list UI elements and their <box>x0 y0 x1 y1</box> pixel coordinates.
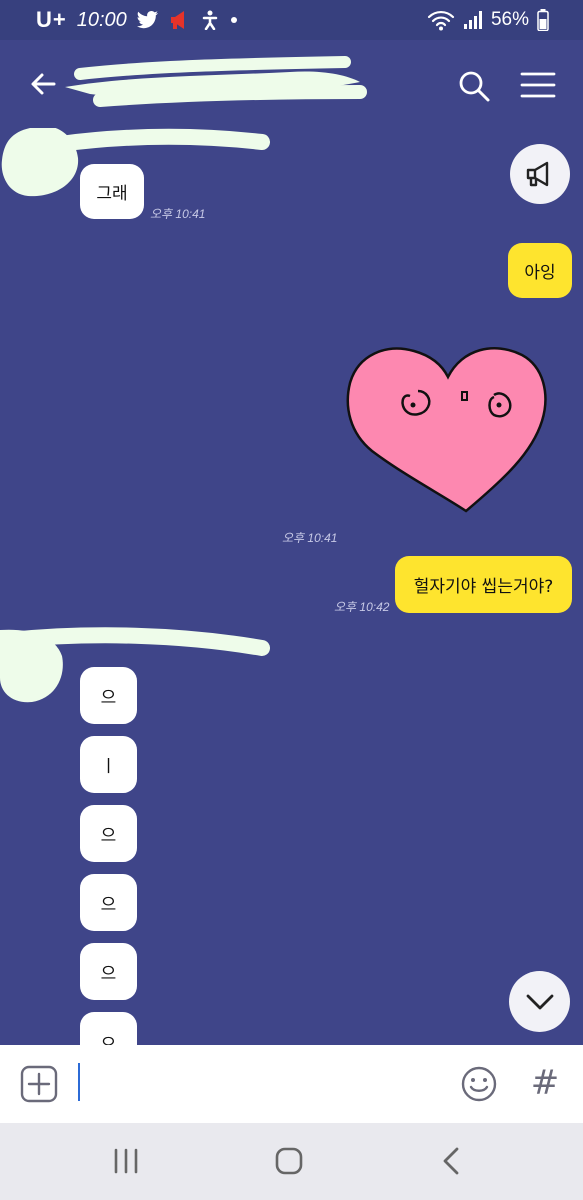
message-text: 으 <box>100 826 117 846</box>
chat-header <box>0 40 583 128</box>
message-text: 아잉 <box>524 263 556 283</box>
megaphone-icon <box>526 161 549 187</box>
battery-percent: 56% <box>490 9 529 30</box>
megaphone-notification-icon <box>170 11 184 29</box>
message-text: 헐자기야 씹는거야? <box>413 577 554 597</box>
announcement-button[interactable] <box>510 144 570 204</box>
status-time: 10:00 <box>76 8 127 31</box>
message-text: 으 <box>100 1035 117 1045</box>
message-timestamp: 오후 10:41 <box>150 207 206 221</box>
chat-message-list[interactable]: 그래 오후 10:41 아잉 오후 10:41 헐자기야 씹는거야? 오후 10… <box>0 128 583 1045</box>
message-bubble-received[interactable]: 그래 <box>80 164 144 219</box>
signal-icon <box>463 11 482 29</box>
wifi-icon <box>427 10 455 31</box>
carrier-label: U+ <box>36 7 67 32</box>
scroll-to-bottom-button[interactable] <box>509 971 570 1032</box>
plus-box-icon[interactable] <box>20 1065 58 1103</box>
message-bubble-received[interactable]: 으 <box>80 805 137 862</box>
message-bubble-received[interactable]: ㅣ <box>80 736 137 793</box>
message-bubble-received[interactable]: 으 <box>80 874 137 931</box>
message-text: 으 <box>100 964 117 984</box>
message-timestamp: 오후 10:42 <box>334 600 390 614</box>
redacted-chat-title <box>65 56 367 107</box>
message-input[interactable] <box>78 1063 80 1101</box>
emoji-icon[interactable] <box>460 1065 498 1103</box>
search-icon[interactable] <box>452 64 496 108</box>
message-bubble-received[interactable]: 으 <box>80 667 137 724</box>
message-bubble-received[interactable]: 으 <box>80 1012 137 1045</box>
twitter-icon <box>136 11 158 29</box>
hamburger-menu-icon[interactable] <box>516 64 560 108</box>
message-text: 으 <box>100 895 117 915</box>
message-text: 그래 <box>96 184 128 204</box>
message-text: ㅣ <box>100 757 117 777</box>
nav-back-icon[interactable] <box>432 1141 472 1181</box>
chevron-down-icon <box>526 994 553 1009</box>
battery-icon <box>537 9 549 31</box>
system-nav-bar <box>0 1123 583 1200</box>
message-bubble-sent[interactable]: 아잉 <box>508 243 572 298</box>
recents-icon[interactable] <box>106 1141 146 1181</box>
heart-sticker[interactable] <box>344 343 549 515</box>
accessibility-icon <box>202 10 218 30</box>
more-notifications-dot-icon <box>230 17 237 23</box>
message-input-bar: # <box>0 1045 583 1123</box>
message-bubble-sent[interactable]: 헐자기야 씹는거야? <box>395 556 572 613</box>
status-bar: U+ 10:00 56% <box>0 0 583 40</box>
hashtag-search-button[interactable]: # <box>528 1061 562 1105</box>
home-icon[interactable] <box>269 1141 309 1181</box>
message-bubble-received[interactable]: 으 <box>80 943 137 1000</box>
message-text: 으 <box>100 688 117 708</box>
message-timestamp: 오후 10:41 <box>282 531 338 545</box>
